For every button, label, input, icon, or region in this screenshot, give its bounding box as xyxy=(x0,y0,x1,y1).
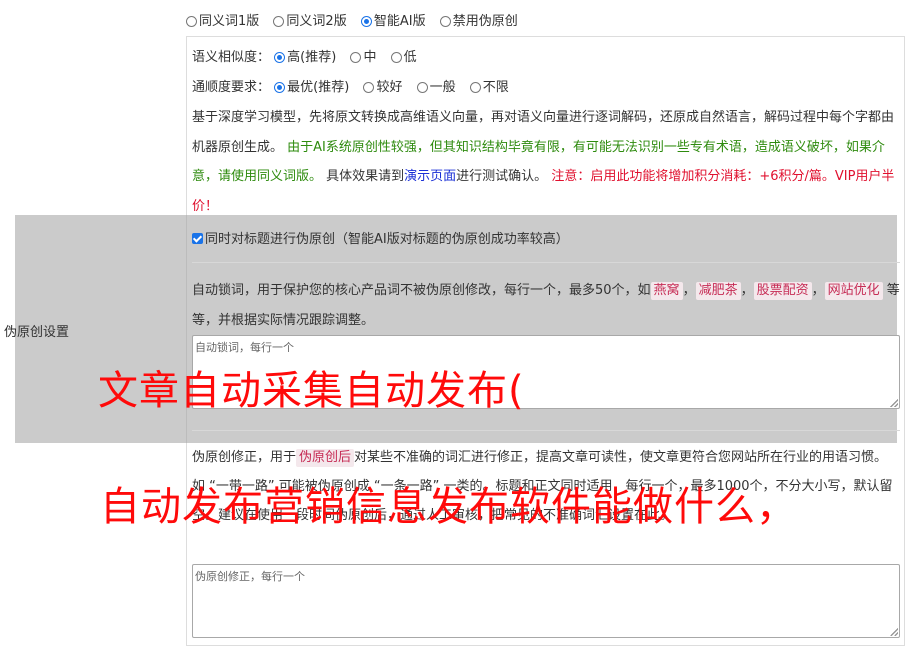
similarity-low[interactable]: 低 xyxy=(390,50,417,65)
mode-option-synonym-1[interactable]: 同义词1版 xyxy=(186,14,259,29)
separator: ， xyxy=(740,283,754,298)
radio-icon[interactable] xyxy=(363,82,375,93)
radio-icon[interactable] xyxy=(273,16,285,27)
title-rewrite-label: 同时对标题进行伪原创（智能AI版对标题的伪原创成功率较高） xyxy=(205,232,569,247)
radio-icon[interactable] xyxy=(439,16,451,27)
demo-page-link[interactable]: 演示页面 xyxy=(404,169,456,184)
fluency-best[interactable]: 最优(推荐) xyxy=(274,80,349,95)
similarity-label: 语义相似度： xyxy=(192,50,271,65)
example-tag: 网站优化 xyxy=(824,282,883,300)
correction-placeholder: 伪原创修正，每行一个 xyxy=(195,570,305,583)
example-tag: 燕窝 xyxy=(650,282,683,300)
radio-selected-icon[interactable] xyxy=(274,82,286,93)
radio-icon[interactable] xyxy=(390,52,402,63)
description-text-3: 进行测试确认。 xyxy=(456,169,552,184)
lock-words-description: 自动锁词，用于保护您的核心产品词不被伪原创修改，每行一个，最多50个，如 燕窝，减… xyxy=(192,276,900,336)
checkbox-checked-icon[interactable] xyxy=(192,233,203,244)
similarity-high[interactable]: 高(推荐) xyxy=(274,50,336,65)
mode-option-disable[interactable]: 禁用伪原创 xyxy=(439,14,518,29)
fluency-label: 通顺度要求： xyxy=(192,80,271,95)
overlay-headline-1: 文章自动采集自动发布( xyxy=(98,368,525,414)
radio-icon[interactable] xyxy=(416,82,428,93)
correction-textarea[interactable]: 伪原创修正，每行一个 xyxy=(192,564,900,638)
divider xyxy=(192,430,900,431)
lock-words-placeholder: 自动锁词，每行一个 xyxy=(195,341,294,354)
radio-selected-icon[interactable] xyxy=(274,52,286,63)
radio-icon[interactable] xyxy=(186,16,197,27)
example-tag: 减肥茶 xyxy=(695,282,741,300)
divider xyxy=(192,262,900,263)
mode-option-synonym-2[interactable]: 同义词2版 xyxy=(273,14,347,29)
title-rewrite-option[interactable]: 同时对标题进行伪原创（智能AI版对标题的伪原创成功率较高） xyxy=(192,228,569,247)
fluency-good[interactable]: 较好 xyxy=(363,80,402,95)
separator: ， xyxy=(682,283,696,298)
correction-tag: 伪原创后 xyxy=(296,449,355,467)
resize-handle-icon[interactable] xyxy=(890,628,898,636)
example-tag: 股票配资 xyxy=(753,282,812,300)
lock-words-text: 自动锁词，用于保护您的核心产品词不被伪原创修改，每行一个，最多50个，如 xyxy=(192,283,651,298)
ai-description: 基于深度学习模型，先将原文转换成高维语义向量，再对语义向量进行逐词解码，还原成自… xyxy=(192,103,900,221)
radio-icon[interactable] xyxy=(469,82,481,93)
similarity-medium[interactable]: 中 xyxy=(350,50,376,65)
radio-icon[interactable] xyxy=(350,52,362,63)
mode-selector: 同义词1版 同义词2版 智能AI版 禁用伪原创 xyxy=(186,10,528,29)
fluency-row: 通顺度要求： 最优(推荐) 较好 一般 不限 xyxy=(192,76,519,95)
separator: ， xyxy=(811,283,825,298)
description-text-2: 具体效果请到 xyxy=(322,169,405,184)
mode-option-ai[interactable]: 智能AI版 xyxy=(360,14,426,29)
correction-text: 伪原创修正，用于 xyxy=(192,450,297,465)
similarity-row: 语义相似度： 高(推荐) 中 低 xyxy=(192,46,427,65)
fluency-normal[interactable]: 一般 xyxy=(416,80,456,95)
radio-selected-icon[interactable] xyxy=(360,16,372,27)
resize-handle-icon[interactable] xyxy=(890,399,898,407)
overlay-headline-2: 自动发布营销信息发布软件能做什么， xyxy=(100,484,797,530)
section-label: 伪原创设置 xyxy=(4,325,70,340)
fluency-any[interactable]: 不限 xyxy=(469,80,509,95)
